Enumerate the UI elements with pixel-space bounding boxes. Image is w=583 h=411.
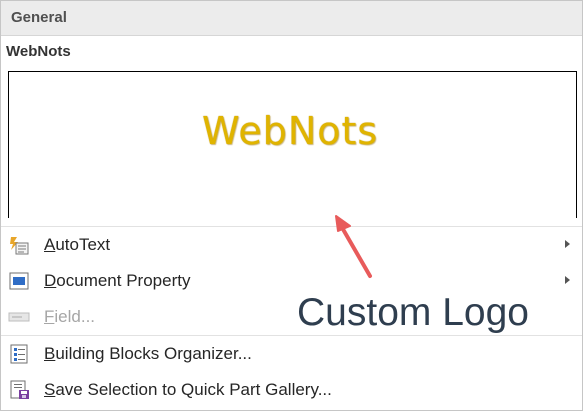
submenu-arrow-icon [565, 276, 570, 284]
gallery-item-title: WebNots [6, 43, 71, 60]
menu-item-label: Field... [44, 307, 96, 326]
save-selection-icon [8, 380, 30, 400]
gallery-item-preview[interactable]: WebNots [8, 71, 577, 218]
annotation-arrow-icon [335, 215, 372, 278]
autotext-icon [8, 235, 30, 255]
menu-item-save-selection[interactable]: Save Selection to Quick Part Gallery... [1, 372, 582, 408]
section-title: General [11, 9, 67, 26]
menu-item-label: Save Selection to Quick Part Gallery... [44, 380, 332, 399]
building-blocks-icon [8, 344, 30, 364]
menu-item-autotext[interactable]: AutoText [1, 227, 582, 263]
gallery-section-header: General [1, 1, 582, 36]
field-icon [8, 307, 30, 327]
custom-logo-annotation: Custom Logo [297, 291, 529, 334]
submenu-arrow-icon [565, 240, 570, 248]
menu-item-label: Building Blocks Organizer... [44, 344, 252, 363]
menu-item-label: Document Property [44, 271, 191, 290]
preview-logo-text: WebNots [202, 109, 379, 153]
document-property-icon [8, 271, 30, 291]
quick-parts-dropdown: General WebNots WebNots AutoText Documen… [0, 0, 583, 411]
menu-item-label: AutoText [44, 235, 111, 254]
menu-item-building-blocks-organizer[interactable]: Building Blocks Organizer... [1, 336, 582, 372]
